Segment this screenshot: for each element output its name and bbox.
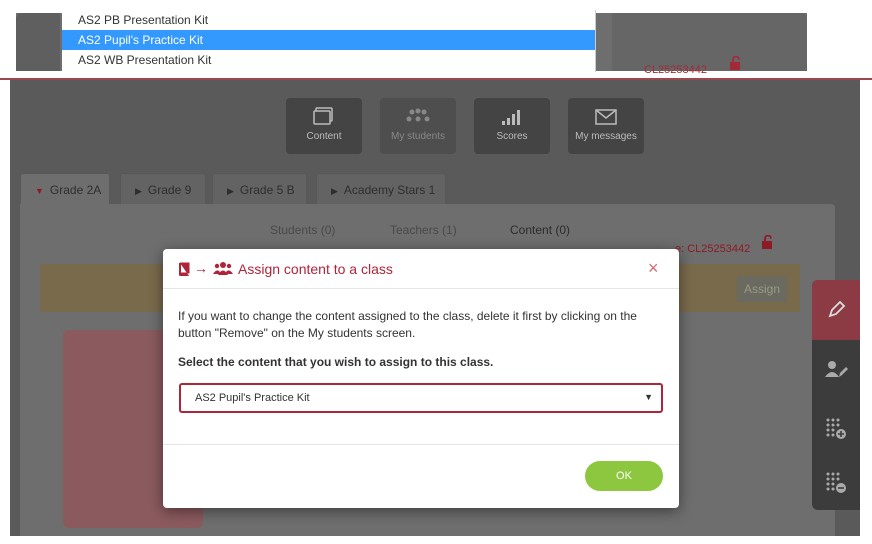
group-icon <box>213 262 233 275</box>
assign-content-modal: → Assign content to a class × If you wan… <box>163 249 679 508</box>
edit-user-icon <box>825 361 848 377</box>
lock-icon[interactable] <box>760 235 774 249</box>
add-grid-icon <box>826 418 846 439</box>
dropdown-option-selected[interactable]: AS2 Pupil's Practice Kit <box>62 30 595 50</box>
content-select[interactable]: AS2 Pupil's Practice Kit ▼ <box>179 383 663 413</box>
divider <box>163 444 679 445</box>
tab-label: Academy Stars 1 <box>343 183 436 197</box>
chevron-down-icon: ▼ <box>644 392 653 402</box>
nav-label: My messages <box>575 131 637 142</box>
modal-prompt: Select the content that you wish to assi… <box>178 355 494 369</box>
toolbar-edit-user-button[interactable] <box>812 340 860 400</box>
tab-label: Grade 2A <box>49 183 102 197</box>
tab-grade-5b[interactable]: ▶ Grade 5 B <box>212 173 307 205</box>
dimmed-card-left <box>16 13 60 71</box>
modal-title: Assign content to a class <box>238 261 393 277</box>
right-toolbar <box>812 280 860 510</box>
class-code: e: CL25253442 <box>675 243 751 255</box>
arrow-right-icon: → <box>194 260 208 276</box>
nav-messages-button[interactable]: My messages <box>568 98 644 154</box>
nav-scores-button[interactable]: Scores <box>474 98 550 154</box>
pencil-icon <box>828 300 846 318</box>
subtab-students[interactable]: Students (0) <box>270 223 335 237</box>
dimmed-card-right <box>612 13 807 71</box>
book-icon <box>179 262 190 276</box>
caret-right-icon: ▶ <box>331 186 338 196</box>
frame-edge <box>0 536 872 544</box>
ok-button[interactable]: OK <box>585 461 663 491</box>
modal-info-text: If you want to change the content assign… <box>178 309 637 340</box>
frame-edge <box>0 80 10 544</box>
toolbar-remove-grid-button[interactable] <box>812 452 860 512</box>
frame-edge <box>860 80 872 544</box>
scores-icon <box>502 110 520 125</box>
tab-label: Grade 9 <box>147 183 192 197</box>
content-dropdown-list[interactable]: AS2 PB Presentation Kit AS2 Pupil's Prac… <box>62 10 596 72</box>
tab-academy-stars-1[interactable]: ▶ Academy Stars 1 <box>316 173 446 205</box>
envelope-icon <box>595 109 617 125</box>
students-icon <box>406 108 430 122</box>
subtab-content[interactable]: Content (0) <box>510 223 570 237</box>
nav-label: Content <box>306 131 342 142</box>
tab-label: Grade 5 B <box>239 183 295 197</box>
nav-label: Scores <box>496 131 528 142</box>
content-select-value: AS2 Pupil's Practice Kit <box>195 392 310 404</box>
toolbar-edit-button[interactable] <box>812 280 860 340</box>
top-class-code: CL25253442 <box>644 64 708 76</box>
subtab-teachers[interactable]: Teachers (1) <box>390 223 457 237</box>
modal-header: → Assign content to a class × <box>163 249 679 289</box>
nav-label: My students <box>391 131 445 142</box>
dropdown-option[interactable]: AS2 PB Presentation Kit <box>62 10 595 30</box>
remove-grid-icon <box>826 472 846 493</box>
nav-students-button[interactable]: My students <box>380 98 456 154</box>
caret-right-icon: ▶ <box>135 186 142 196</box>
tab-grade-2a[interactable]: ▼ Grade 2A <box>20 173 110 205</box>
content-icon <box>313 107 333 125</box>
dropdown-option[interactable]: AS2 WB Presentation Kit <box>62 50 595 70</box>
toolbar-add-grid-button[interactable] <box>812 398 860 458</box>
caret-right-icon: ▶ <box>227 186 234 196</box>
lock-icon <box>730 56 740 70</box>
assign-button[interactable]: Assign <box>737 276 787 302</box>
close-icon[interactable]: × <box>648 259 659 277</box>
nav-content-button[interactable]: Content <box>286 98 362 154</box>
dropdown-strip: CL25253442 AS2 PB Presentation Kit AS2 P… <box>0 0 872 80</box>
caret-down-icon: ▼ <box>35 186 44 196</box>
tab-grade-9[interactable]: ▶ Grade 9 <box>120 173 206 205</box>
